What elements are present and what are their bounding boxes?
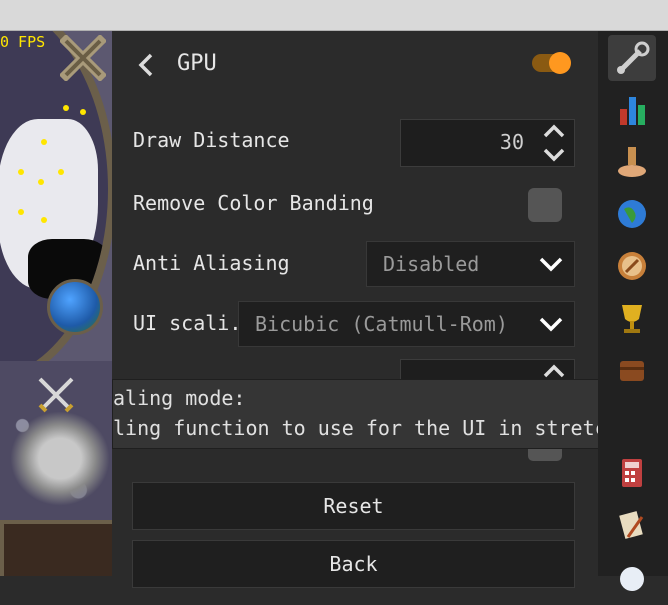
bar-chart-icon[interactable] xyxy=(608,87,656,133)
anti-aliasing-dropdown[interactable]: Disabled xyxy=(366,241,575,287)
tooltip: aling mode: ling function to use for the… xyxy=(112,379,668,449)
spinner-arrows-icon[interactable] xyxy=(542,123,566,163)
globe-icon[interactable] xyxy=(608,191,656,237)
chest-icon[interactable] xyxy=(608,347,656,393)
ui-scaling-value: Bicubic (Catmull-Rom) xyxy=(255,312,508,336)
minimap-dot xyxy=(58,169,64,175)
hand-icon[interactable] xyxy=(608,139,656,185)
close-icon[interactable] xyxy=(60,35,106,81)
ui-scaling-dropdown[interactable]: Bicubic (Catmull-Rom) xyxy=(238,301,575,347)
notes-icon[interactable] xyxy=(608,503,656,549)
plugin-sidebar xyxy=(598,31,668,591)
npc-creature[interactable] xyxy=(10,411,110,506)
chevron-down-icon xyxy=(539,257,563,272)
anti-aliasing-value: Disabled xyxy=(383,252,480,276)
back-button[interactable]: Back xyxy=(132,540,575,588)
orb-icon[interactable] xyxy=(608,555,656,601)
toggle-knob xyxy=(549,52,571,74)
tooltip-title: aling mode: xyxy=(113,386,246,410)
wrench-icon[interactable] xyxy=(608,35,656,81)
draw-distance-label: Draw Distance xyxy=(133,128,290,152)
world-map-orb-icon[interactable] xyxy=(47,279,103,335)
draw-distance-spinner[interactable]: 30 xyxy=(400,119,575,167)
chevron-down-icon xyxy=(539,317,563,332)
inventory-frame xyxy=(0,520,112,576)
minimap-dot xyxy=(80,109,86,115)
back-chevron-icon[interactable] xyxy=(136,51,156,79)
draw-distance-value: 30 xyxy=(499,130,524,154)
compass-icon[interactable] xyxy=(608,243,656,289)
panel-header: GPU xyxy=(112,31,598,96)
anti-aliasing-label: Anti Aliasing xyxy=(133,251,290,275)
reset-button[interactable]: Reset xyxy=(132,482,575,530)
tooltip-description: ling function to use for the UI in stret… xyxy=(113,416,668,440)
minimap-dot xyxy=(63,105,69,111)
game-viewport[interactable]: 0 FPS xyxy=(0,31,112,576)
remove-color-banding-label: Remove Color Banding xyxy=(133,191,374,215)
gpu-settings-panel: GPU Draw Distance 30 Remove Color Bandin… xyxy=(112,31,598,588)
minimap-dot xyxy=(38,179,44,185)
page-title: GPU xyxy=(177,51,217,76)
window-titlebar xyxy=(0,0,668,31)
minimap-dot xyxy=(18,209,24,215)
minimap-dot xyxy=(41,217,47,223)
minimap[interactable] xyxy=(0,31,112,387)
trophy-icon[interactable] xyxy=(608,295,656,341)
minimap-dot xyxy=(41,139,47,145)
crossed-swords-icon[interactable] xyxy=(36,375,76,415)
plugin-enabled-toggle[interactable] xyxy=(532,52,571,74)
fps-counter: 0 FPS xyxy=(0,33,46,51)
remove-color-banding-checkbox[interactable] xyxy=(528,188,562,222)
minimap-dot xyxy=(18,169,24,175)
calculator-icon[interactable] xyxy=(608,451,656,497)
